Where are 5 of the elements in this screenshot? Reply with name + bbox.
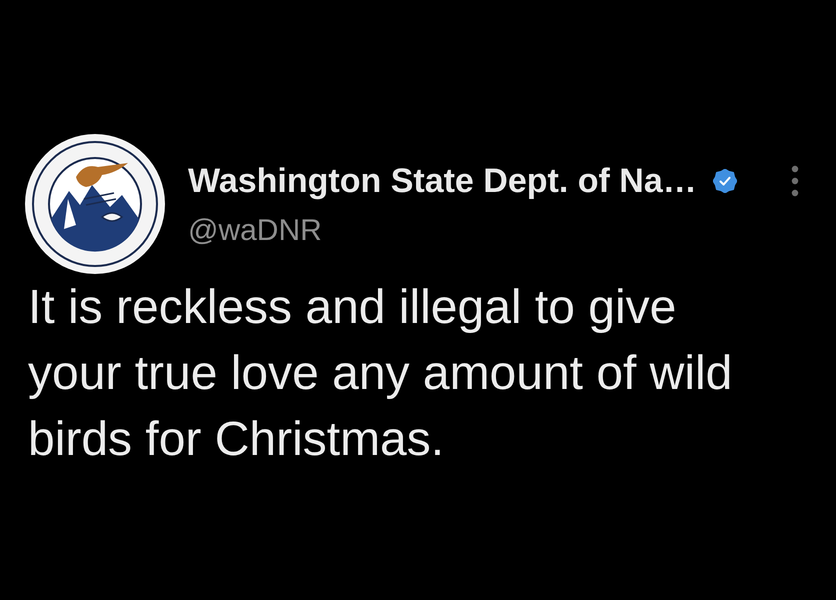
more-options-icon[interactable] <box>790 164 800 197</box>
post-text: It is reckless and illegal to give your true love any amount of wild birds for Christmas. <box>28 280 734 468</box>
account-name[interactable]: Washington State Dept. of Na… <box>188 160 697 202</box>
seal-icon[interactable] <box>24 133 166 275</box>
account-handle[interactable]: @waDNR <box>188 213 816 250</box>
